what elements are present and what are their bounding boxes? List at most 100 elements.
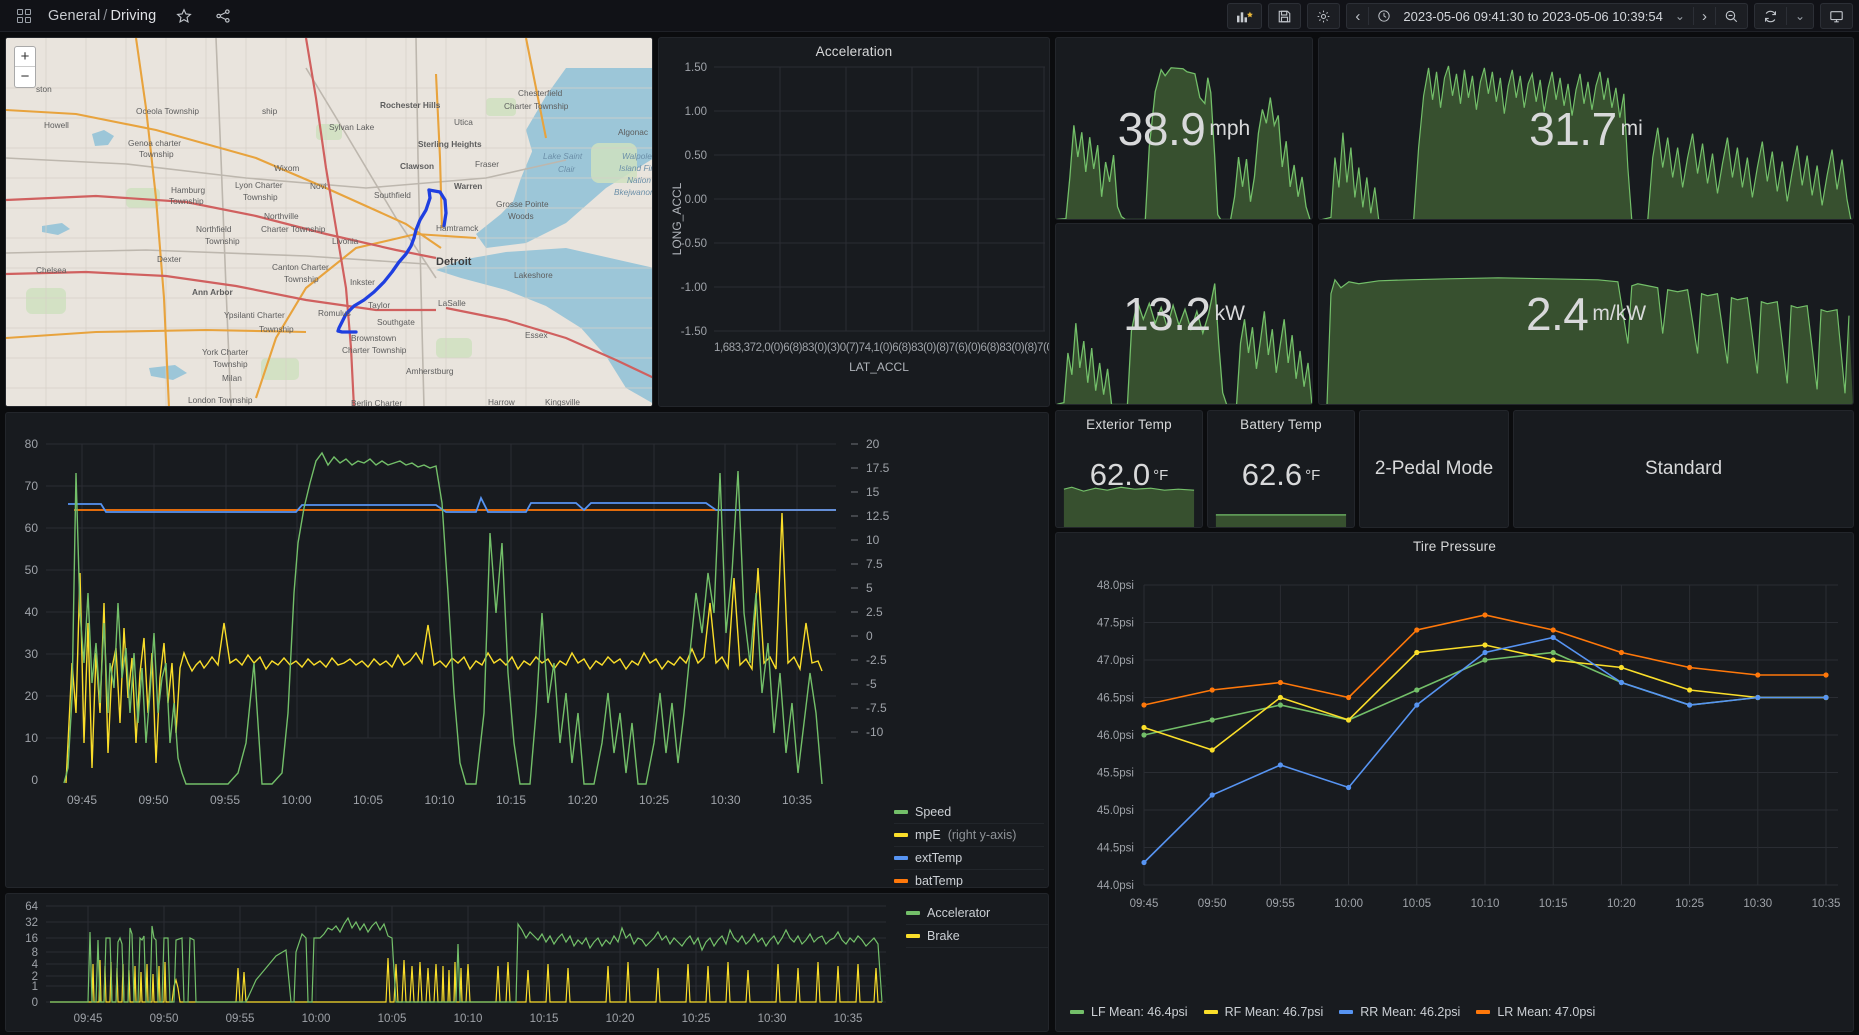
panel-exterior-temp[interactable]: Exterior Temp 62.0 °F xyxy=(1055,410,1203,528)
panel-battery-temp[interactable]: Battery Temp 62.6 °F xyxy=(1207,410,1355,528)
legend-color-swatch xyxy=(894,879,908,883)
tv-mode-button[interactable] xyxy=(1821,4,1852,28)
panel-efficiency-stat[interactable]: 2.4 m/kW xyxy=(1318,223,1854,405)
svg-text:40: 40 xyxy=(25,605,39,619)
y-tick-label: 46.5psi xyxy=(1097,693,1134,705)
exterior-temp-unit: °F xyxy=(1153,467,1168,484)
apps-grid-icon[interactable] xyxy=(9,3,39,29)
breadcrumb-root[interactable]: General xyxy=(48,8,100,24)
refresh-icon xyxy=(1763,9,1778,24)
panel-tire-pressure[interactable]: Tire Pressure 44.0psi44.5psi45.0psi45.5p… xyxy=(1055,532,1854,1032)
x-tick-label: 10:20 xyxy=(606,1013,635,1025)
svg-text:8: 8 xyxy=(32,947,38,959)
dashboard-canvas: + − stonOceola TownshipshipRochester Hil… xyxy=(0,32,1859,1035)
legend-item[interactable]: RR Mean: 46.2psi xyxy=(1339,1005,1460,1019)
panel-map[interactable]: + − stonOceola TownshipshipRochester Hil… xyxy=(5,37,653,407)
data-point xyxy=(1141,725,1146,730)
panel-speed-chart[interactable]: 80 70 60 50 40 30 20 10 0 20 17.5 1 xyxy=(5,412,1049,888)
x-tick-label: 10:25 xyxy=(682,1013,711,1025)
pedal-mode-value: 2-Pedal Mode xyxy=(1375,458,1493,480)
zoom-out-time-button[interactable] xyxy=(1716,4,1747,28)
legend-item[interactable]: Accelerator xyxy=(906,902,1049,925)
panel-acceleration[interactable]: Acceleration 1.50 1.00 0.50 0.00 xyxy=(658,37,1050,407)
legend-sublabel: (right y-axis) xyxy=(948,828,1017,842)
legend-label: Accelerator xyxy=(927,906,990,920)
panel-distance-stat[interactable]: 31.7 mi xyxy=(1318,37,1854,220)
svg-text:-10: -10 xyxy=(866,725,884,739)
data-point xyxy=(1755,672,1760,677)
x-tick-label: 09:45 xyxy=(1130,898,1159,910)
power-value: 13.2 xyxy=(1123,287,1211,341)
refresh-group: ⌄ xyxy=(1754,3,1814,29)
map-zoom-out-button[interactable]: − xyxy=(15,67,35,87)
acceleration-x-axis-title: LAT_ACCL xyxy=(849,360,909,374)
panel-drive-mode[interactable]: Standard xyxy=(1513,410,1854,528)
x-tick-label: 09:55 xyxy=(1266,898,1295,910)
legend-item[interactable]: LF Mean: 46.4psi xyxy=(1070,1005,1188,1019)
refresh-interval-button[interactable]: ⌄ xyxy=(1787,4,1813,28)
data-point xyxy=(1210,747,1215,752)
legend-label: RR Mean: 46.2psi xyxy=(1360,1005,1460,1019)
svg-text:10: 10 xyxy=(25,731,39,745)
legend-item[interactable]: RF Mean: 46.7psi xyxy=(1204,1005,1324,1019)
svg-text:0.50: 0.50 xyxy=(685,150,707,162)
x-tick-label: 10:15 xyxy=(1539,898,1568,910)
pedal-chart-plot[interactable]: 64 32 16 8 4 2 1 0 09:4509:5009:5510:001… xyxy=(6,894,1049,1032)
time-range-button[interactable]: 2023-05-06 09:41:30 to 2023-05-06 10:39:… xyxy=(1369,4,1693,28)
legend-label: LF Mean: 46.4psi xyxy=(1091,1005,1188,1019)
tv-mode-group xyxy=(1820,3,1853,29)
acceleration-x-tick-labels: 1,683,372,0(0)6(8)83(0)(3)0(7)74,1(0)6(8… xyxy=(714,342,1050,354)
legend-color-swatch xyxy=(894,833,908,837)
map-zoom-in-button[interactable]: + xyxy=(15,47,35,67)
x-tick-label: 10:25 xyxy=(1675,898,1704,910)
refresh-button[interactable] xyxy=(1755,4,1786,28)
panel-power-stat[interactable]: 13.2 kW xyxy=(1055,223,1313,405)
legend-item[interactable]: Brake xyxy=(906,925,1049,948)
time-shift-back-button[interactable]: ‹ xyxy=(1347,4,1368,28)
panel-pedal-mode[interactable]: 2-Pedal Mode xyxy=(1359,410,1509,528)
star-icon[interactable] xyxy=(169,3,199,29)
svg-text:16: 16 xyxy=(25,933,38,945)
speed-chart-plot[interactable]: 80 70 60 50 40 30 20 10 0 20 17.5 1 xyxy=(6,413,906,888)
add-panel-button[interactable] xyxy=(1228,4,1261,28)
legend-color-swatch xyxy=(1476,1010,1490,1014)
legend-color-swatch xyxy=(906,911,920,915)
map-zoom-controls[interactable]: + − xyxy=(14,46,36,88)
breadcrumb-separator: / xyxy=(103,8,107,24)
efficiency-value: 2.4 xyxy=(1526,287,1588,341)
x-tick-label: 10:05 xyxy=(378,1013,407,1025)
svg-text:7.5: 7.5 xyxy=(866,557,883,571)
legend-item[interactable]: LR Mean: 47.0psi xyxy=(1476,1005,1595,1019)
share-icon[interactable] xyxy=(208,3,238,29)
panel-speed-stat[interactable]: 38.9 mph xyxy=(1055,37,1313,220)
tire-pressure-plot[interactable]: 44.0psi44.5psi45.0psi45.5psi46.0psi46.5p… xyxy=(1056,555,1854,985)
tv-icon xyxy=(1829,9,1844,24)
legend-item[interactable]: mpE (right y-axis) xyxy=(894,824,1044,847)
breadcrumb-current[interactable]: Driving xyxy=(110,8,156,24)
map-canvas[interactable]: + − stonOceola TownshipshipRochester Hil… xyxy=(6,38,652,406)
legend-item[interactable]: Speed xyxy=(894,801,1044,824)
map-graphics xyxy=(6,38,653,407)
legend-item[interactable]: extTemp xyxy=(894,847,1044,870)
time-shift-forward-button[interactable]: › xyxy=(1694,4,1715,28)
speed-chart-legend: Speed mpE (right y-axis) extTempbatTemp xyxy=(894,801,1044,888)
grid-icon xyxy=(17,9,31,23)
svg-text:-1.50: -1.50 xyxy=(681,326,707,338)
legend-item[interactable]: batTemp xyxy=(894,870,1044,888)
legend-label: mpE xyxy=(915,828,941,842)
x-tick-label: 10:10 xyxy=(454,1013,483,1025)
save-dashboard-button[interactable] xyxy=(1269,4,1300,28)
svg-text:30: 30 xyxy=(25,647,39,661)
power-unit: kW xyxy=(1215,302,1245,326)
data-point xyxy=(1141,732,1146,737)
data-point xyxy=(1414,687,1419,692)
series-accelerator xyxy=(50,918,882,1002)
svg-text:20: 20 xyxy=(866,437,880,451)
speed-unit: mph xyxy=(1209,117,1250,141)
svg-text:-7.5: -7.5 xyxy=(866,701,887,715)
battery-temp-value: 62.6 xyxy=(1242,457,1302,493)
panel-pedal-chart[interactable]: 64 32 16 8 4 2 1 0 09:4509:5009:5510:001… xyxy=(5,893,1049,1032)
acceleration-plot[interactable]: 1.50 1.00 0.50 0.00 -0.50 -1.00 -1.50 LO… xyxy=(659,59,1050,403)
x-tick-label: 10:05 xyxy=(353,793,383,807)
settings-gear-button[interactable] xyxy=(1308,4,1339,28)
